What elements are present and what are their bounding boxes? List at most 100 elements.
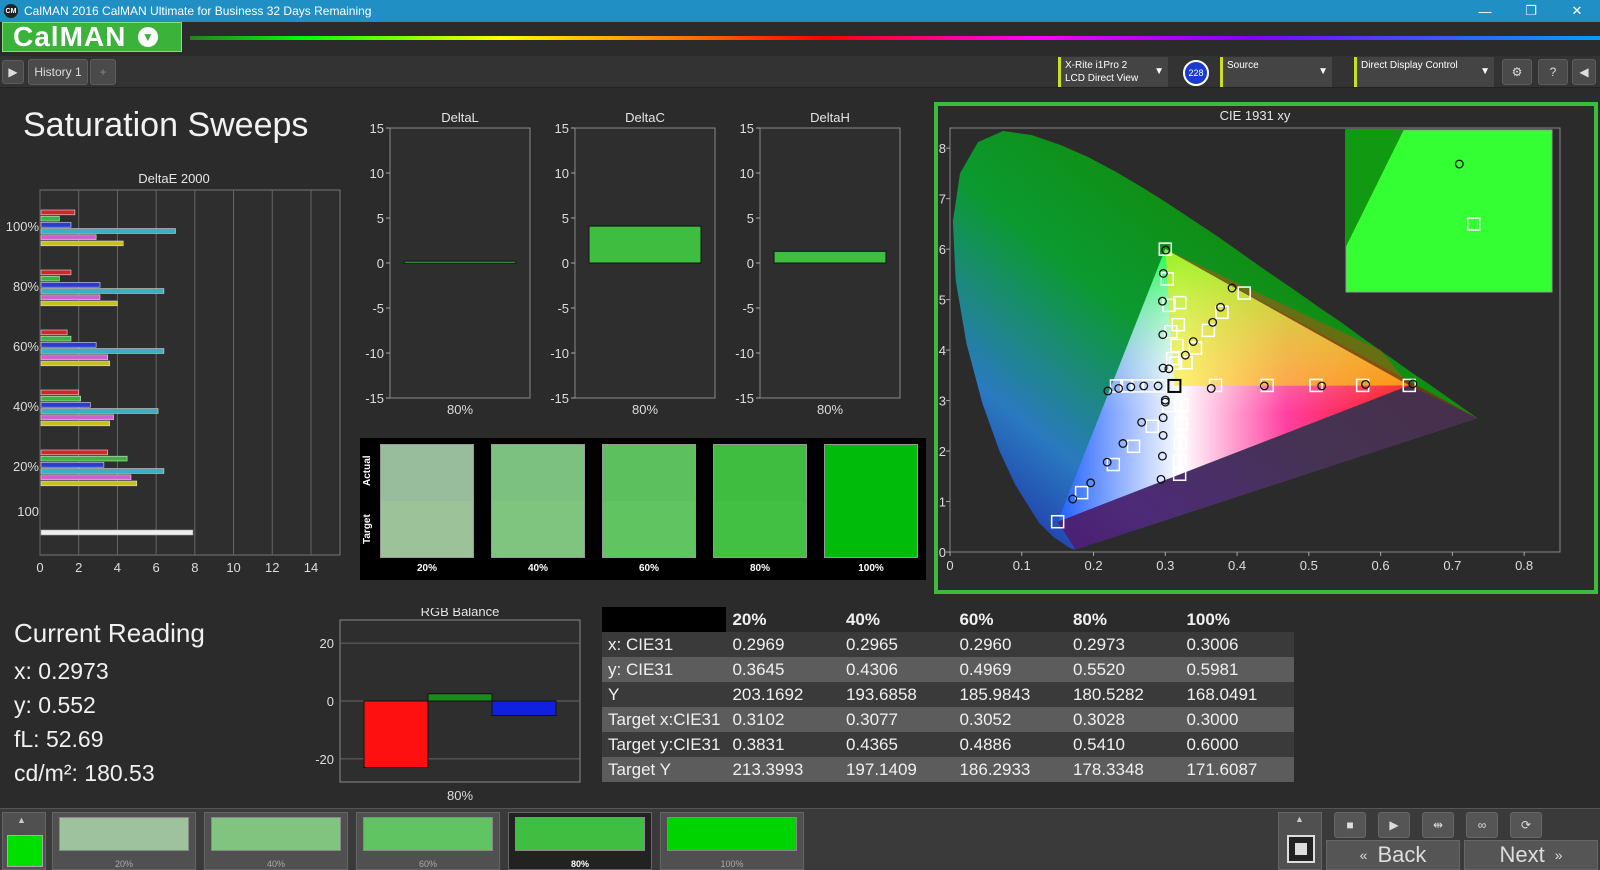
source-selector[interactable]: Source ▼ — [1220, 57, 1332, 87]
tab-label: History 1 — [34, 65, 82, 79]
chevron-up-icon[interactable]: ▲ — [1295, 814, 1304, 824]
y-group-label: 80% — [13, 279, 39, 294]
table-header-cell: 80% — [1072, 609, 1107, 629]
chart-title: DeltaE 2000 — [138, 171, 210, 186]
target-color — [492, 501, 584, 557]
y-tick-label: 15 — [740, 121, 754, 136]
deltae-bar — [40, 288, 165, 294]
table-row[interactable]: x: CIE31 0.2969 0.2965 0.2960 0.2973 0.3006 — [602, 632, 1294, 657]
y-overall-label: 100 — [17, 504, 39, 519]
row-label: Target x:CIE31 — [608, 709, 721, 729]
patch-label: 40% — [266, 859, 285, 869]
y-tick-label: 0 — [939, 545, 946, 560]
patch-button-100pct[interactable]: 100% — [660, 812, 804, 870]
record-button[interactable] — [1554, 812, 1588, 838]
x-tick-label: 6 — [153, 560, 160, 575]
patch-button-60pct[interactable]: 60% — [356, 812, 500, 870]
delta-value-bar — [773, 250, 887, 264]
y-tick-label: 0.5 — [938, 293, 946, 308]
x-tick-label: 0 — [36, 560, 43, 575]
color-spectrum-bar — [190, 36, 1600, 40]
swatch-label: 100% — [858, 563, 884, 574]
reading-cdm2: cd/m²: 180.53 — [14, 760, 155, 786]
measurement-table: 20% 40% 60% 80% 100% x: CIE31 0.2969 0.2965 0.29… — [602, 607, 1294, 782]
x-category-label: 80% — [447, 788, 473, 803]
meter-selector[interactable]: X-Rite i1Pro 2 LCD Direct View ▼ — [1058, 57, 1168, 87]
y-tick-label: 5 — [562, 211, 569, 226]
table-row[interactable]: y: CIE31 0.3645 0.4306 0.4969 0.5520 0.5981 — [602, 657, 1294, 682]
continuous-button[interactable]: ∞ — [1466, 812, 1498, 838]
deltae-bar — [40, 342, 97, 348]
reading-y: y: 0.552 — [14, 692, 96, 718]
y-tick-label: 0.4 — [938, 343, 946, 358]
table-cell: 0.6000 — [1186, 734, 1239, 754]
patch-button-40pct[interactable]: 40% — [204, 812, 348, 870]
stop-button[interactable]: ■ — [1334, 812, 1366, 838]
deltae-bar — [40, 420, 110, 427]
table-cell: 0.5410 — [1072, 734, 1125, 754]
x-tick-label: 0.6 — [1372, 558, 1390, 573]
swatch-20pct — [380, 444, 474, 558]
chevron-up-icon[interactable]: ▲ — [17, 815, 26, 825]
table-header-cell: 60% — [959, 609, 994, 629]
patch-color — [363, 817, 493, 851]
stop-measure-button[interactable] — [1287, 835, 1315, 863]
add-tab-button[interactable]: + — [90, 59, 116, 85]
display-label: Direct Display Control — [1361, 60, 1458, 71]
x-tick-label: 0.1 — [1013, 558, 1031, 573]
play-button[interactable]: ▶ — [1378, 812, 1410, 838]
y-tick-label: -15 — [550, 391, 569, 406]
patch-button-80pct[interactable]: 80% — [508, 812, 652, 870]
refresh-button[interactable]: ⟳ — [1510, 812, 1542, 838]
cie-1931-xy-chart: CIE 1931 xy 0 0.1 0.2 0.3 0.4 0.5 0.6 0.7 0.8 0 0.1… — [938, 108, 1561, 573]
deltae-bar — [40, 468, 165, 474]
table-row[interactable]: Y 203.1692 193.6858 185.9843 180.5282 168.049… — [602, 682, 1294, 707]
patch-button-20pct[interactable]: 20% — [52, 812, 196, 870]
target-color — [825, 501, 917, 557]
tab-history-1[interactable]: History 1 — [28, 59, 88, 85]
deltae-bar — [40, 354, 109, 360]
deltae-bar — [40, 474, 132, 480]
y-tick-label: -5 — [372, 301, 384, 316]
settings-button[interactable]: ⚙ — [1502, 59, 1532, 85]
y-tick-label: 5 — [377, 211, 384, 226]
patch-label: 100% — [720, 859, 744, 869]
deltae-bar — [40, 462, 105, 468]
meter-status-badge[interactable]: 228 — [1183, 60, 1209, 86]
refresh-icon: ⟳ — [1520, 818, 1532, 832]
deltae-bar — [40, 234, 97, 240]
patch-color — [515, 817, 645, 851]
table-cell: 0.2973 — [1072, 634, 1125, 654]
table-row[interactable]: Target x:CIE31 0.3102 0.3077 0.3052 0.3028 0.… — [602, 707, 1294, 732]
table-cell: 0.4886 — [959, 734, 1012, 754]
y-tick-label: -10 — [365, 346, 384, 361]
reading-fl: fL: 52.69 — [14, 726, 104, 752]
y-tick-label: -5 — [742, 301, 754, 316]
app-logo-icon: CM — [4, 4, 18, 18]
maximize-button[interactable]: ❐ — [1508, 0, 1554, 22]
play-workflow-button[interactable]: ▶ — [2, 60, 24, 84]
table-row[interactable]: Target Y 213.3993 197.1409 186.2933 178.3348… — [602, 757, 1294, 782]
x-tick-label: 0.7 — [1443, 558, 1461, 573]
y-tick-label: -10 — [735, 346, 754, 361]
calman-menu-button[interactable]: CalMAN ▼ — [2, 21, 182, 52]
x-category-label: 80% — [447, 402, 473, 417]
display-control-selector[interactable]: Direct Display Control ▼ — [1354, 57, 1494, 87]
measure-step-button[interactable]: ⇹ — [1422, 812, 1454, 838]
next-button[interactable]: Next » — [1464, 840, 1598, 870]
play-icon: ▶ — [1389, 818, 1399, 832]
stop-icon — [1295, 843, 1307, 855]
y-tick-label: 10 — [370, 166, 384, 181]
rgb-balance-chart: RGB Balance 20 0 -20 80% — [315, 608, 581, 803]
page-title: Saturation Sweeps — [23, 106, 309, 144]
collapse-panel-button[interactable]: ◀ — [1572, 59, 1596, 85]
table-row[interactable]: Target y:CIE31 0.3831 0.4365 0.4886 0.5410 0.… — [602, 732, 1294, 757]
back-button[interactable]: « Back — [1326, 840, 1460, 870]
help-button[interactable]: ? — [1538, 59, 1568, 85]
close-button[interactable]: ✕ — [1554, 0, 1600, 22]
minimize-button[interactable]: — — [1462, 0, 1508, 22]
deltae-bar — [40, 402, 91, 408]
y-tick-label: 20 — [320, 636, 334, 651]
x-category-label: 80% — [817, 402, 843, 417]
actual-color — [492, 445, 584, 501]
